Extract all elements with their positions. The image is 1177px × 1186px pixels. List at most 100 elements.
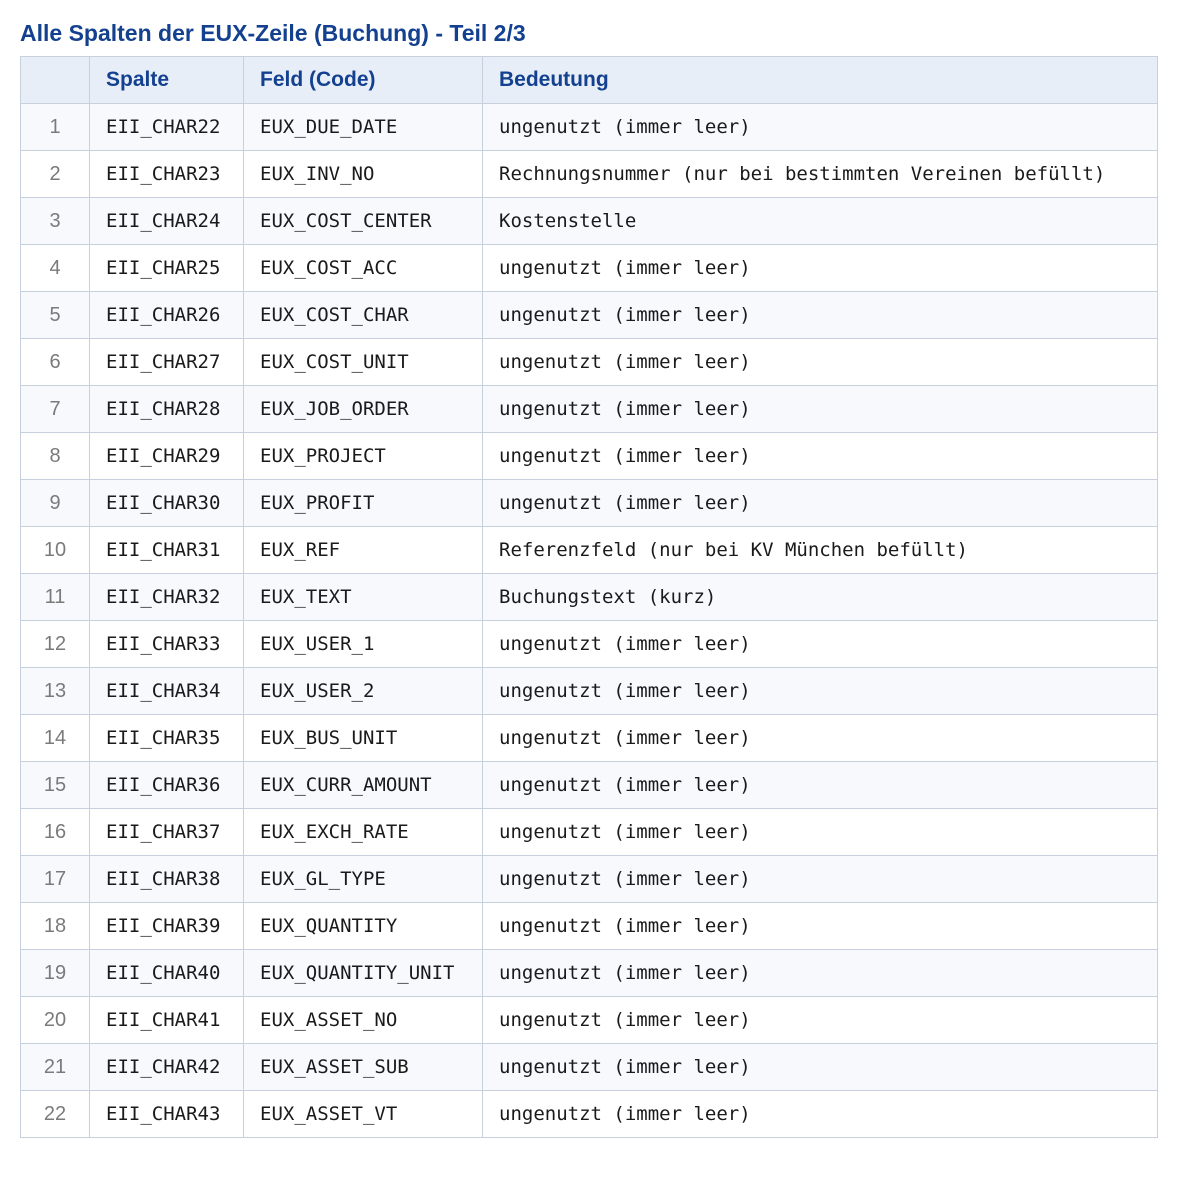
row-index-cell: 3 [20,197,90,245]
table-row: 4 EII_CHAR25 EUX_COST_ACC ungenutzt (immer … [20,244,1158,292]
spalte-cell: EII_CHAR32 [89,573,244,621]
feld-code-cell: EUX_COST_CENTER [243,197,483,245]
feld-code-cell: EUX_ASSET_SUB [243,1043,483,1091]
table-row: 7 EII_CHAR28 EUX_JOB_ORDER ungenutzt (immer… [20,385,1158,433]
feld-code-cell: EUX_CURR_AMOUNT [243,761,483,809]
row-index-cell: 21 [20,1043,90,1091]
feld-code-cell: EUX_USER_2 [243,667,483,715]
spalte-cell: EII_CHAR42 [89,1043,244,1091]
spalte-cell: EII_CHAR23 [89,150,244,198]
columns-table: Spalte Feld (Code) Bedeutung 1 EII_CHAR22… [20,56,1158,1138]
row-index-cell: 5 [20,291,90,339]
bedeutung-cell: ungenutzt (immer leer) [482,1090,1158,1138]
row-index-cell: 14 [20,714,90,762]
feld-code-cell: EUX_EXCH_RATE [243,808,483,856]
feld-code-cell: EUX_COST_CHAR [243,291,483,339]
page-title: Alle Spalten der EUX-Zeile (Buchung) - T… [20,20,526,46]
row-index-cell: 10 [20,526,90,574]
spalte-cell: EII_CHAR41 [89,996,244,1044]
bedeutung-cell: ungenutzt (immer leer) [482,385,1158,433]
feld-code-cell: EUX_QUANTITY_UNIT [243,949,483,997]
spalte-cell: EII_CHAR30 [89,479,244,527]
feld-code-cell: EUX_PROJECT [243,432,483,480]
column-header-feld: Feld (Code) [243,56,483,104]
table-header-row: Spalte Feld (Code) Bedeutung [20,56,1158,104]
feld-code-cell: EUX_ASSET_VT [243,1090,483,1138]
feld-code-cell: EUX_TEXT [243,573,483,621]
table-row: 14 EII_CHAR35 EUX_BUS_UNIT ungenutzt (immer… [20,714,1158,762]
row-index-cell: 4 [20,244,90,292]
table-row: 10 EII_CHAR31 EUX_REF Referenzfeld (nur bei… [20,526,1158,574]
table-row: 13 EII_CHAR34 EUX_USER_2 ungenutzt (immer l… [20,667,1158,715]
table-row: 12 EII_CHAR33 EUX_USER_1 ungenutzt (immer l… [20,620,1158,668]
feld-code-cell: EUX_COST_UNIT [243,338,483,386]
spalte-cell: EII_CHAR28 [89,385,244,433]
column-header-bedeutung: Bedeutung [482,56,1158,104]
bedeutung-cell: ungenutzt (immer leer) [482,338,1158,386]
spalte-cell: EII_CHAR31 [89,526,244,574]
bedeutung-cell: Referenzfeld (nur bei KV München befüllt… [482,526,1158,574]
bedeutung-cell: ungenutzt (immer leer) [482,103,1158,151]
table-row: 20 EII_CHAR41 EUX_ASSET_NO ungenutzt (immer… [20,996,1158,1044]
table-row: 9 EII_CHAR30 EUX_PROFIT ungenutzt (immer le… [20,479,1158,527]
table-row: 8 EII_CHAR29 EUX_PROJECT ungenutzt (immer l… [20,432,1158,480]
feld-code-cell: EUX_COST_ACC [243,244,483,292]
bedeutung-cell: ungenutzt (immer leer) [482,620,1158,668]
bedeutung-cell: ungenutzt (immer leer) [482,479,1158,527]
feld-code-cell: EUX_INV_NO [243,150,483,198]
column-header-spalte: Spalte [89,56,244,104]
row-index-cell: 16 [20,808,90,856]
row-index-cell: 6 [20,338,90,386]
bedeutung-cell: Rechnungsnummer (nur bei bestimmten Vere… [482,150,1158,198]
table-row: 19 EII_CHAR40 EUX_QUANTITY_UNIT ungenutzt (… [20,949,1158,997]
spalte-cell: EII_CHAR34 [89,667,244,715]
table-row: 17 EII_CHAR38 EUX_GL_TYPE ungenutzt (immer … [20,855,1158,903]
bedeutung-cell: ungenutzt (immer leer) [482,1043,1158,1091]
table-row: 21 EII_CHAR42 EUX_ASSET_SUB ungenutzt (imme… [20,1043,1158,1091]
row-index-cell: 9 [20,479,90,527]
table-row: 22 EII_CHAR43 EUX_ASSET_VT ungenutzt (immer… [20,1090,1158,1138]
spalte-cell: EII_CHAR24 [89,197,244,245]
row-index-cell: 18 [20,902,90,950]
column-header-index [20,56,90,104]
bedeutung-cell: ungenutzt (immer leer) [482,902,1158,950]
spalte-cell: EII_CHAR27 [89,338,244,386]
spalte-cell: EII_CHAR40 [89,949,244,997]
bedeutung-cell: ungenutzt (immer leer) [482,291,1158,339]
feld-code-cell: EUX_REF [243,526,483,574]
row-index-cell: 1 [20,103,90,151]
spalte-cell: EII_CHAR38 [89,855,244,903]
bedeutung-cell: ungenutzt (immer leer) [482,714,1158,762]
row-index-cell: 22 [20,1090,90,1138]
spalte-cell: EII_CHAR22 [89,103,244,151]
bedeutung-cell: ungenutzt (immer leer) [482,244,1158,292]
spalte-cell: EII_CHAR35 [89,714,244,762]
spalte-cell: EII_CHAR37 [89,808,244,856]
row-index-cell: 8 [20,432,90,480]
feld-code-cell: EUX_QUANTITY [243,902,483,950]
table-row: 16 EII_CHAR37 EUX_EXCH_RATE ungenutzt (imme… [20,808,1158,856]
spalte-cell: EII_CHAR25 [89,244,244,292]
row-index-cell: 11 [20,573,90,621]
row-index-cell: 17 [20,855,90,903]
table-row: 1 EII_CHAR22 EUX_DUE_DATE ungenutzt (immer … [20,103,1158,151]
bedeutung-cell: Buchungstext (kurz) [482,573,1158,621]
bedeutung-cell: ungenutzt (immer leer) [482,996,1158,1044]
feld-code-cell: EUX_JOB_ORDER [243,385,483,433]
table-row: 6 EII_CHAR27 EUX_COST_UNIT ungenutzt (immer… [20,338,1158,386]
spalte-cell: EII_CHAR26 [89,291,244,339]
bedeutung-cell: ungenutzt (immer leer) [482,432,1158,480]
table-row: 3 EII_CHAR24 EUX_COST_CENTER Kostenstelle [20,197,1158,245]
table-row: 5 EII_CHAR26 EUX_COST_CHAR ungenutzt (immer… [20,291,1158,339]
table-row: 11 EII_CHAR32 EUX_TEXT Buchungstext (kurz) [20,573,1158,621]
table-row: 2 EII_CHAR23 EUX_INV_NO Rechnungsnummer (nu… [20,150,1158,198]
row-index-cell: 2 [20,150,90,198]
table-row: 18 EII_CHAR39 EUX_QUANTITY ungenutzt (immer… [20,902,1158,950]
bedeutung-cell: ungenutzt (immer leer) [482,949,1158,997]
feld-code-cell: EUX_USER_1 [243,620,483,668]
spalte-cell: EII_CHAR36 [89,761,244,809]
feld-code-cell: EUX_DUE_DATE [243,103,483,151]
feld-code-cell: EUX_ASSET_NO [243,996,483,1044]
row-index-cell: 13 [20,667,90,715]
spalte-cell: EII_CHAR43 [89,1090,244,1138]
